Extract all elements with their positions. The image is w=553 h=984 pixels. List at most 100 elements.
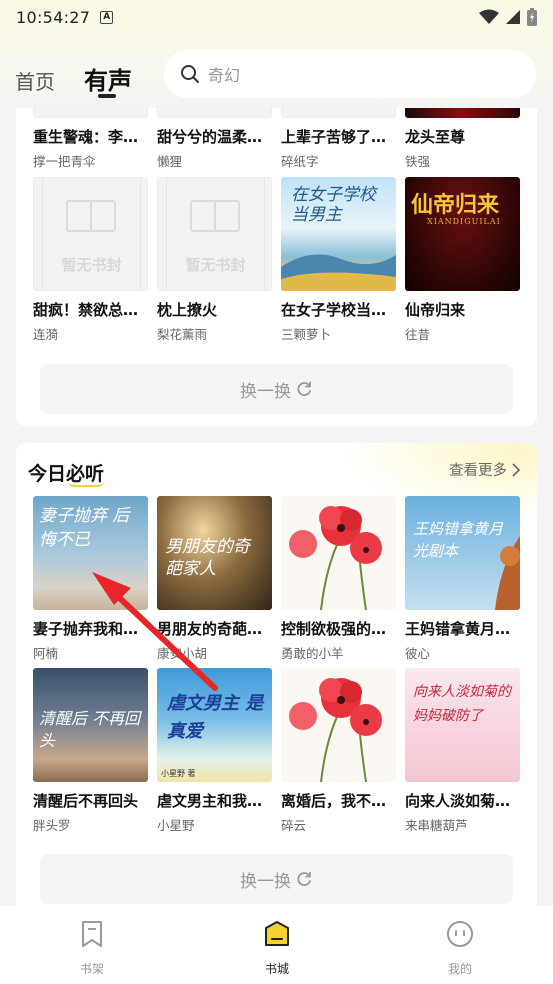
refresh-icon bbox=[297, 381, 311, 396]
status-icons bbox=[479, 8, 537, 26]
cover-subtitle: XIANDIGUILAI bbox=[427, 217, 501, 226]
book-cover: 清醒后 不再回头 bbox=[33, 668, 148, 782]
tab-audio[interactable]: 有声 bbox=[84, 61, 132, 96]
cover-title: 妻子抛弃 后悔不已 bbox=[39, 506, 130, 550]
cover-title: 仙帝归来 bbox=[411, 192, 500, 218]
see-more-link[interactable]: 查看更多 bbox=[449, 459, 521, 480]
refresh-icon bbox=[297, 871, 311, 886]
book-title: 甜疯！禁欲总裁... bbox=[33, 301, 151, 319]
book-title: 控制欲极强的母... bbox=[281, 620, 399, 638]
book-item[interactable]: 重生警魂：李沐... 撑一把青伞 bbox=[33, 108, 151, 170]
book-cover bbox=[33, 108, 148, 118]
book-cover bbox=[157, 108, 272, 118]
book-cover bbox=[281, 668, 396, 782]
nav-bookstore[interactable]: 书城 bbox=[237, 918, 317, 977]
book-author: 碎纸字 bbox=[281, 154, 319, 169]
book-cover: 仙帝归来 XIANDIGUILAI bbox=[405, 177, 520, 291]
book-author: 懒狸 bbox=[157, 154, 183, 169]
section-title-underline bbox=[68, 481, 104, 487]
placeholder-text: 暂无书封 bbox=[185, 256, 246, 274]
book-cover: 向来人淡如菊的妈妈破防了 bbox=[405, 668, 520, 782]
book-cover bbox=[281, 496, 396, 610]
cover-title: 男朋友的奇葩家人 bbox=[165, 537, 250, 579]
book-author: 撑一把青伞 bbox=[33, 154, 96, 169]
swap-label: 换一换 bbox=[240, 871, 291, 892]
book-item[interactable]: 上辈子苦够了，... 碎纸字 bbox=[281, 108, 399, 170]
book-cover: 王妈错拿黄月光剧本 bbox=[405, 496, 520, 610]
cover-title: 王妈错拿黄月光剧本 bbox=[413, 520, 504, 560]
book-title: 清醒后不再回头 bbox=[33, 792, 139, 810]
book-cover bbox=[405, 108, 520, 118]
book-cover: 妻子抛弃 后悔不已 bbox=[33, 496, 148, 610]
swap-button[interactable]: 换一换 bbox=[40, 854, 513, 904]
wifi-icon bbox=[479, 9, 499, 24]
nav-label: 书城 bbox=[264, 962, 289, 976]
book-item[interactable]: 向来人淡如菊的妈妈破防了 向来人淡如菊的... 来串糖葫芦 bbox=[405, 668, 523, 834]
book-title: 甜兮兮的温柔少... bbox=[157, 128, 275, 146]
book-item[interactable]: 龙头至尊 铁强 bbox=[405, 108, 520, 170]
book-item[interactable]: 男朋友的奇葩家人 男朋友的奇葩家... 康安小胡 bbox=[157, 496, 275, 662]
book-title: 向来人淡如菊的... bbox=[405, 792, 523, 810]
placeholder-text: 暂无书封 bbox=[61, 256, 122, 274]
nav-label: 书架 bbox=[79, 962, 104, 976]
book-cover: 虐文男主 是真爱 小星野 著 bbox=[157, 668, 272, 782]
book-title: 王妈错拿黄月光... bbox=[405, 620, 523, 638]
bookstore-icon bbox=[265, 921, 289, 946]
book-author: 碎云 bbox=[281, 818, 307, 833]
search-icon bbox=[181, 65, 199, 83]
search-placeholder: 奇幻 bbox=[208, 66, 241, 85]
book-title: 仙帝归来 bbox=[405, 301, 466, 319]
book-author: 连漪 bbox=[33, 327, 59, 342]
book-title: 男朋友的奇葩家... bbox=[157, 620, 275, 638]
book-cover-placeholder: 暂无书封 bbox=[33, 177, 148, 291]
notification-a-icon: A bbox=[100, 10, 114, 24]
book-author: 勇敢的小羊 bbox=[281, 646, 344, 661]
swap-label: 换一换 bbox=[240, 381, 291, 402]
book-item[interactable]: 虐文男主 是真爱 小星野 著 虐文男主和我的... 小星野 bbox=[157, 668, 275, 834]
battery-icon bbox=[527, 8, 537, 26]
nav-profile[interactable]: 我的 bbox=[420, 918, 500, 977]
bottom-nav: 书架 书城 我的 bbox=[0, 906, 553, 984]
book-title: 离婚后，我不再... bbox=[281, 792, 399, 810]
book-author: 来串糖葫芦 bbox=[405, 818, 468, 833]
book-item[interactable]: 控制欲极强的母... 勇敢的小羊 bbox=[281, 496, 399, 662]
book-item[interactable]: 暂无书封 枕上撩火 梨花薰雨 bbox=[157, 177, 272, 343]
book-title: 枕上撩火 bbox=[157, 301, 218, 319]
book-title: 上辈子苦够了，... bbox=[281, 128, 399, 146]
profile-face-icon bbox=[447, 921, 473, 947]
book-author: 康安小胡 bbox=[157, 646, 208, 661]
nav-label: 我的 bbox=[447, 962, 472, 976]
book-placeholder-icon bbox=[66, 200, 116, 232]
book-author: 小星野 bbox=[157, 818, 195, 833]
book-author: 梨花薰雨 bbox=[157, 327, 208, 342]
book-item[interactable]: 离婚后，我不再... 碎云 bbox=[281, 668, 399, 834]
book-item[interactable]: 暂无书封 甜疯！禁欲总裁... 连漪 bbox=[33, 177, 151, 343]
book-item[interactable]: 王妈错拿黄月光剧本 王妈错拿黄月光... 彼心 bbox=[405, 496, 523, 662]
book-item[interactable]: 甜兮兮的温柔少... 懒狸 bbox=[157, 108, 275, 170]
chevron-right-icon bbox=[512, 462, 521, 477]
swap-button[interactable]: 换一换 bbox=[40, 364, 513, 414]
book-title: 重生警魂：李沐... bbox=[33, 128, 151, 146]
book-author: 往昔 bbox=[405, 327, 431, 342]
tab-active-indicator bbox=[98, 94, 116, 98]
book-title: 龙头至尊 bbox=[405, 128, 466, 146]
recommend-section: 重生警魂：李沐... 撑一把青伞 甜兮兮的温柔少... 懒狸 上辈子苦够了，..… bbox=[16, 108, 537, 426]
book-author: 阿楠 bbox=[33, 646, 59, 661]
cover-title: 在女子学校当男主 bbox=[291, 185, 376, 225]
book-item[interactable]: 清醒后 不再回头 清醒后不再回头 胖头罗 bbox=[33, 668, 148, 834]
book-author: 铁强 bbox=[405, 154, 431, 169]
signal-icon bbox=[506, 10, 520, 24]
book-item[interactable]: 妻子抛弃 后悔不已 妻子抛弃我和女... 阿楠 bbox=[33, 496, 151, 662]
book-cover: 男朋友的奇葩家人 bbox=[157, 496, 272, 610]
book-cover: 在女子学校当男主 bbox=[281, 177, 396, 291]
daily-must-listen-section: 今日必听 查看更多 妻子抛弃 后悔不已 妻子抛弃我和女... 阿楠 男朋友的奇葩… bbox=[16, 443, 537, 913]
see-more-label: 查看更多 bbox=[449, 463, 507, 479]
cover-title: 清醒后 不再回头 bbox=[39, 709, 141, 750]
search-bar[interactable]: 奇幻 bbox=[164, 50, 536, 98]
tab-home[interactable]: 首页 bbox=[15, 66, 55, 95]
book-item[interactable]: 仙帝归来 XIANDIGUILAI 仙帝归来 往昔 bbox=[405, 177, 520, 343]
book-item[interactable]: 在女子学校当男主 在女子学校当男... 三颗萝卜 bbox=[281, 177, 399, 343]
book-title: 妻子抛弃我和女... bbox=[33, 620, 151, 638]
cover-title: 虐文男主 是真爱 bbox=[167, 693, 264, 742]
nav-bookshelf[interactable]: 书架 bbox=[52, 918, 132, 977]
